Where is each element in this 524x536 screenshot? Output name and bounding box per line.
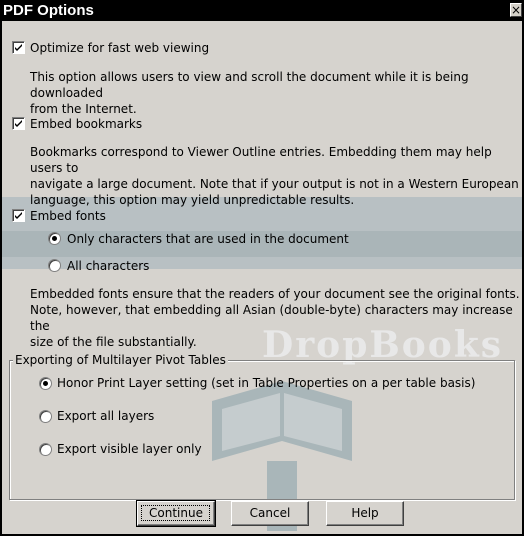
optimize-label[interactable]: Optimize for fast web viewing: [30, 41, 209, 55]
export-all-layers-radio[interactable]: [39, 410, 52, 423]
description-line: Bookmarks correspond to Viewer Outline e…: [30, 145, 492, 175]
close-button[interactable]: ×: [510, 3, 522, 17]
close-icon: ×: [511, 3, 522, 17]
export-visible-layer-radio[interactable]: [39, 443, 52, 456]
checkmark-icon: [15, 120, 22, 127]
checkmark-icon: [15, 44, 22, 51]
all-characters-label[interactable]: All characters: [67, 259, 149, 273]
only-used-characters-label[interactable]: Only characters that are used in the doc…: [67, 232, 349, 246]
fonts-label[interactable]: Embed fonts: [30, 209, 106, 223]
description-line: language, this option may yield unpredic…: [30, 193, 355, 207]
help-button[interactable]: Help: [326, 501, 404, 526]
cancel-button-label: Cancel: [249, 506, 291, 520]
description-line: This option allows users to view and scr…: [30, 70, 469, 100]
title-bar[interactable]: PDF Options ×: [0, 0, 524, 21]
dialog-title: PDF Options: [3, 2, 94, 19]
all-characters-radio[interactable]: [48, 259, 61, 272]
continue-button[interactable]: Continue: [136, 500, 216, 527]
pdf-options-dialog: PDF Options × DropBooks Optimize for fas…: [0, 0, 524, 536]
honor-print-layer-radio[interactable]: [39, 377, 52, 390]
description-line: size of the file substantially.: [30, 335, 197, 349]
pivot-tables-group-label: Exporting of Multilayer Pivot Tables: [13, 353, 228, 367]
description-line: navigate a large document. Note that if …: [30, 177, 519, 191]
export-visible-layer-label[interactable]: Export visible layer only: [57, 442, 202, 456]
fonts-checkbox[interactable]: [12, 209, 25, 222]
export-all-layers-label[interactable]: Export all layers: [57, 409, 154, 423]
description-line: Embedded fonts ensure that the readers o…: [30, 287, 520, 301]
dialog-body: DropBooks Optimize for fast web viewing …: [2, 21, 522, 534]
optimize-checkbox[interactable]: [12, 41, 25, 54]
description-line: from the Internet.: [30, 102, 137, 116]
cancel-button[interactable]: Cancel: [231, 501, 309, 526]
bookmarks-checkbox[interactable]: [12, 117, 25, 130]
only-used-characters-radio[interactable]: [48, 232, 61, 245]
checkmark-icon: [15, 212, 22, 219]
fonts-description: Embedded fonts ensure that the readers o…: [30, 286, 522, 350]
bookmarks-label[interactable]: Embed bookmarks: [30, 117, 142, 131]
optimize-description: This option allows users to view and scr…: [30, 69, 522, 117]
honor-print-layer-label[interactable]: Honor Print Layer setting (set in Table …: [57, 376, 475, 390]
bookmarks-description: Bookmarks correspond to Viewer Outline e…: [30, 144, 522, 208]
help-button-label: Help: [351, 506, 379, 520]
description-line: Note, however, that embedding all Asian …: [30, 303, 513, 333]
